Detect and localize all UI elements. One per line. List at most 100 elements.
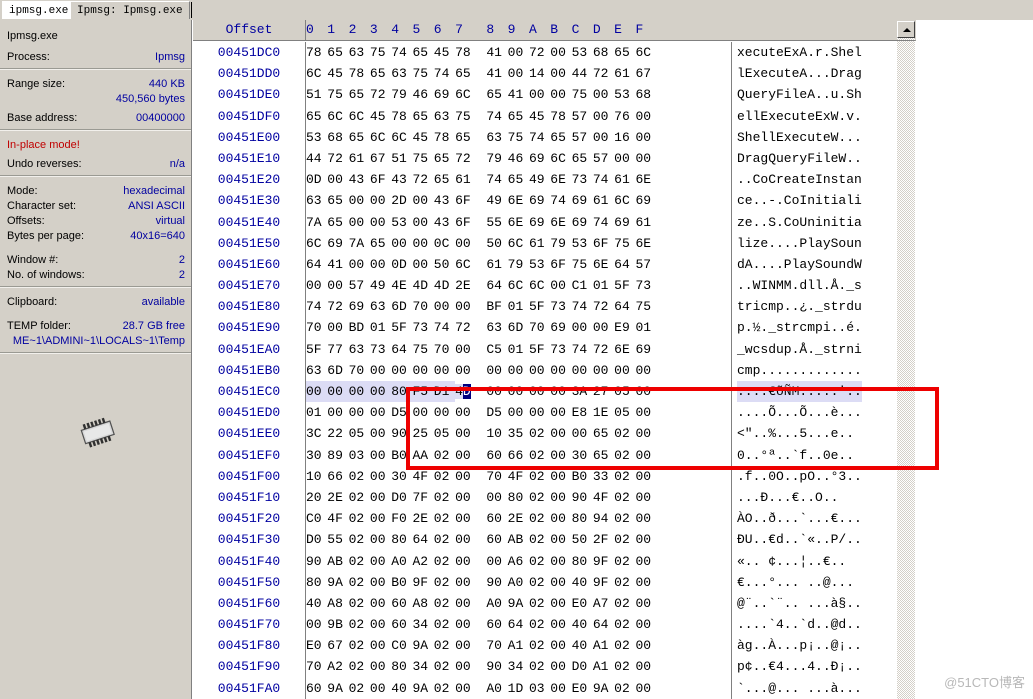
hex-byte[interactable]: 00 (550, 678, 571, 699)
hex-byte[interactable]: 9B (327, 614, 348, 635)
hex-byte[interactable]: 02 (349, 551, 370, 572)
hex-byte[interactable]: A6 (508, 551, 529, 572)
hex-byte[interactable]: 65 (508, 169, 529, 190)
hex-byte[interactable]: 63 (370, 296, 391, 317)
hex-byte[interactable]: 00 (327, 275, 348, 296)
hex-byte[interactable]: 45 (370, 106, 391, 127)
hex-byte[interactable]: 25 (412, 423, 433, 444)
hex-byte[interactable]: 74 (550, 190, 571, 211)
hex-byte[interactable]: 00 (550, 381, 571, 402)
row-ascii[interactable]: ÀO..ð...`...€... (737, 508, 862, 529)
hex-byte[interactable]: 5F (529, 296, 550, 317)
hex-byte[interactable]: 00 (486, 381, 507, 402)
hex-byte[interactable]: 53 (306, 127, 327, 148)
hex-byte[interactable]: 00 (635, 445, 656, 466)
hex-byte[interactable]: 10 (486, 423, 507, 444)
hex-byte[interactable]: B0 (391, 445, 412, 466)
hex-byte[interactable]: 00 (550, 529, 571, 550)
hex-byte[interactable]: 61 (529, 233, 550, 254)
row-ascii[interactable]: ..CoCreateInstan (737, 169, 862, 190)
hex-byte[interactable]: 2E (412, 508, 433, 529)
hex-byte[interactable]: 63 (391, 63, 412, 84)
row-ascii[interactable]: ....Õ...Õ...è... (737, 402, 862, 423)
hex-byte[interactable]: 9A (593, 678, 614, 699)
hex-byte[interactable]: 02 (614, 551, 635, 572)
row-bytes[interactable]: 40 A8 02 00 60 A8 02 00 A0 9A 02 00 E0 A7 02 00 (306, 593, 657, 614)
hex-byte[interactable]: 73 (412, 317, 433, 338)
row-bytes[interactable]: 63 6D 70 00 00 00 00 00 00 00 00 00 00 00 00 00 (306, 360, 657, 381)
hex-byte[interactable]: 00 (529, 402, 550, 423)
hex-byte[interactable]: 60 (391, 593, 412, 614)
hex-byte[interactable]: 02 (529, 508, 550, 529)
hex-byte[interactable]: 61 (486, 254, 507, 275)
hex-byte[interactable]: E0 (572, 678, 593, 699)
hex-byte[interactable]: 79 (486, 148, 507, 169)
hex-byte[interactable]: 00 (370, 423, 391, 444)
hex-byte[interactable]: 27 (593, 381, 614, 402)
hex-byte[interactable]: 80 (508, 487, 529, 508)
hex-byte[interactable]: A0 (391, 551, 412, 572)
row-ascii[interactable]: ...Ð...€..O.. (737, 487, 838, 508)
hex-byte[interactable]: 9A (327, 572, 348, 593)
hex-byte[interactable]: 22 (327, 423, 348, 444)
hex-byte[interactable]: 78 (434, 127, 455, 148)
hex-byte[interactable]: 00 (550, 63, 571, 84)
hex-row[interactable]: 00451EB0 63 6D 70 00 00 00 00 00 00 00 00 00 00 00 00 00… (193, 360, 916, 381)
hex-byte[interactable]: 74 (593, 212, 614, 233)
hex-byte[interactable]: 74 (529, 127, 550, 148)
hex-byte[interactable]: 69 (550, 317, 571, 338)
hex-byte[interactable]: 03 (349, 445, 370, 466)
hex-byte[interactable]: 00 (370, 360, 391, 381)
hex-byte[interactable]: 20 (306, 487, 327, 508)
hex-byte[interactable]: 00 (391, 233, 412, 254)
row-bytes[interactable]: 00 00 57 49 4E 4D 4D 2E 64 6C 6C 00 C1 01 5F 73 (306, 275, 657, 296)
row-ascii[interactable]: `...@... ...à... (737, 678, 862, 699)
hex-byte[interactable]: 02 (434, 529, 455, 550)
hex-byte[interactable]: 00 (635, 423, 656, 444)
hex-byte[interactable]: 02 (614, 656, 635, 677)
hex-byte[interactable]: 30 (306, 445, 327, 466)
hex-row[interactable]: 00451DE0 51 75 65 72 79 46 69 6C 65 41 00 00 75 00 53 68… (193, 84, 916, 105)
hex-byte[interactable]: 9A (508, 593, 529, 614)
hex-byte[interactable]: 65 (412, 42, 433, 63)
hex-byte[interactable]: 70 (529, 317, 550, 338)
hex-byte[interactable]: 61 (635, 212, 656, 233)
hex-byte[interactable]: 89 (327, 445, 348, 466)
hex-byte[interactable]: 6C (635, 42, 656, 63)
hex-byte[interactable]: 74 (486, 106, 507, 127)
hex-byte[interactable]: 6E (508, 212, 529, 233)
hex-byte[interactable]: AB (508, 529, 529, 550)
hex-row[interactable]: 00451E50 6C 69 7A 65 00 00 0C 00 50 6C 61 79 53 6F 75 6E… (193, 233, 916, 254)
hex-byte[interactable]: 90 (572, 487, 593, 508)
hex-byte[interactable]: 35 (508, 423, 529, 444)
hex-byte[interactable]: 69 (529, 212, 550, 233)
hex-byte[interactable]: 00 (593, 127, 614, 148)
hex-byte[interactable]: 00 (550, 593, 571, 614)
hex-byte[interactable]: 67 (370, 148, 391, 169)
hex-byte[interactable]: 00 (593, 106, 614, 127)
row-bytes[interactable]: 6C 69 7A 65 00 00 0C 00 50 6C 61 79 53 6F 75 6E (306, 233, 657, 254)
hex-byte[interactable]: 00 (550, 445, 571, 466)
hex-byte[interactable]: 6E (550, 169, 571, 190)
hex-byte[interactable]: A1 (508, 635, 529, 656)
hex-byte[interactable]: 69 (529, 190, 550, 211)
hex-byte[interactable]: 57 (349, 275, 370, 296)
row-ascii[interactable]: p¢..€4...4..Ð¡.. (737, 656, 862, 677)
row-bytes[interactable]: 7A 65 00 00 53 00 43 6F 55 6E 69 6E 69 74 69 61 (306, 212, 657, 233)
hex-byte[interactable]: A8 (327, 593, 348, 614)
hex-byte[interactable]: 02 (349, 508, 370, 529)
hex-byte[interactable]: 57 (572, 127, 593, 148)
hex-byte[interactable]: 2D (391, 190, 412, 211)
hex-byte[interactable]: 9A (327, 678, 348, 699)
hex-row[interactable]: 00451E40 7A 65 00 00 53 00 43 6F 55 6E 69 6E 69 74 69 61… (193, 212, 916, 233)
hex-byte[interactable]: 00 (550, 423, 571, 444)
hex-byte[interactable]: E0 (572, 593, 593, 614)
hex-byte[interactable]: 4D (434, 275, 455, 296)
hex-byte[interactable]: 64 (412, 529, 433, 550)
hex-byte[interactable]: 40 (391, 678, 412, 699)
hex-byte[interactable]: 00 (635, 656, 656, 677)
hex-byte[interactable]: 00 (529, 381, 550, 402)
hex-byte[interactable]: 00 (635, 127, 656, 148)
hex-byte[interactable]: F5 (412, 381, 434, 403)
row-bytes[interactable]: 20 2E 02 00 D0 7F 02 00 00 80 02 00 90 4F 02 00 (306, 487, 657, 508)
